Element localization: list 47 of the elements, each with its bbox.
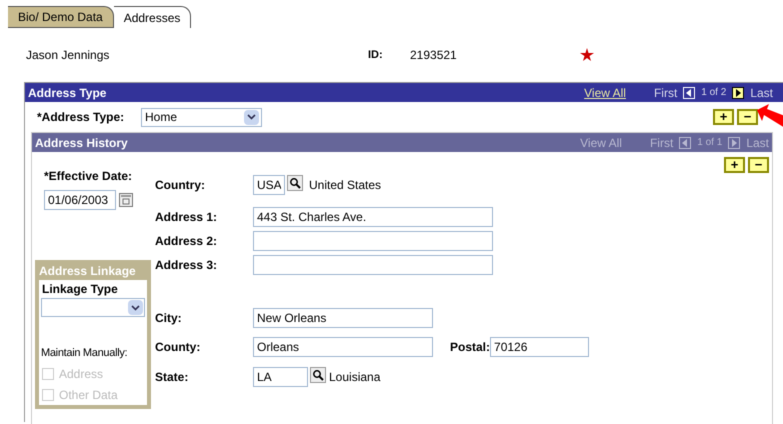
first-link[interactable]: First [654,84,678,102]
checkbox-label: Other Data [59,386,118,404]
field-label: *Effective Date: [44,168,134,185]
page-count: 1 of 1 [697,136,722,150]
view-all-link[interactable]: View All [584,84,626,102]
date-field[interactable]: 01/06/2003 [44,190,116,210]
panel-title: Address History [35,134,128,152]
field-label: Address 1: [155,209,218,226]
field-label: Address 2: [155,233,218,250]
address-field[interactable] [253,255,493,275]
starburst-icon [580,48,594,62]
field-label: Country: [155,177,206,194]
last-link[interactable]: Last [750,84,773,102]
search-icon[interactable] [310,367,326,383]
field-label: County: [155,339,202,356]
field-label: Address 3: [155,257,218,274]
dropdown-caret-icon[interactable] [244,110,259,124]
field-label: City: [155,310,183,327]
tab[interactable]: Addresses [114,6,192,28]
delete-row-button[interactable]: − [737,109,758,125]
country-name: United States [309,177,382,194]
postal-field[interactable]: 70126 [490,337,590,357]
address-field[interactable] [253,231,493,251]
person-name: Jason Jennings [26,47,110,64]
state-name: Louisiana [329,369,380,386]
city-field[interactable]: New Orleans [253,308,433,328]
field-label: *Address Type: [37,109,126,126]
address-field[interactable]: 443 St. Charles Ave. [253,207,493,227]
maintain-label: Maintain Manually: [40,346,128,361]
state-code-field[interactable]: LA [253,367,308,387]
panel-title: Address Type [28,84,106,102]
id-label: ID: [368,48,384,63]
field-label: State: [155,369,190,386]
field-label: Linkage Type [41,281,119,298]
add-row-button[interactable]: + [713,109,734,125]
page-count: 1 of 2 [701,86,726,100]
calendar-icon[interactable] [119,193,133,207]
checkbox-label: Address [59,366,104,382]
dropdown-caret-icon[interactable] [128,300,143,315]
box-title: Address Linkage [39,262,147,280]
tab[interactable]: Bio/ Demo Data [8,6,114,28]
id-value: 2193521 [410,47,458,64]
next-icon[interactable] [732,86,744,98]
field-label: Postal: [450,340,490,354]
county-field[interactable]: Orleans [253,337,433,357]
search-icon[interactable] [287,175,303,191]
address-type-select[interactable]: Home [141,108,262,126]
